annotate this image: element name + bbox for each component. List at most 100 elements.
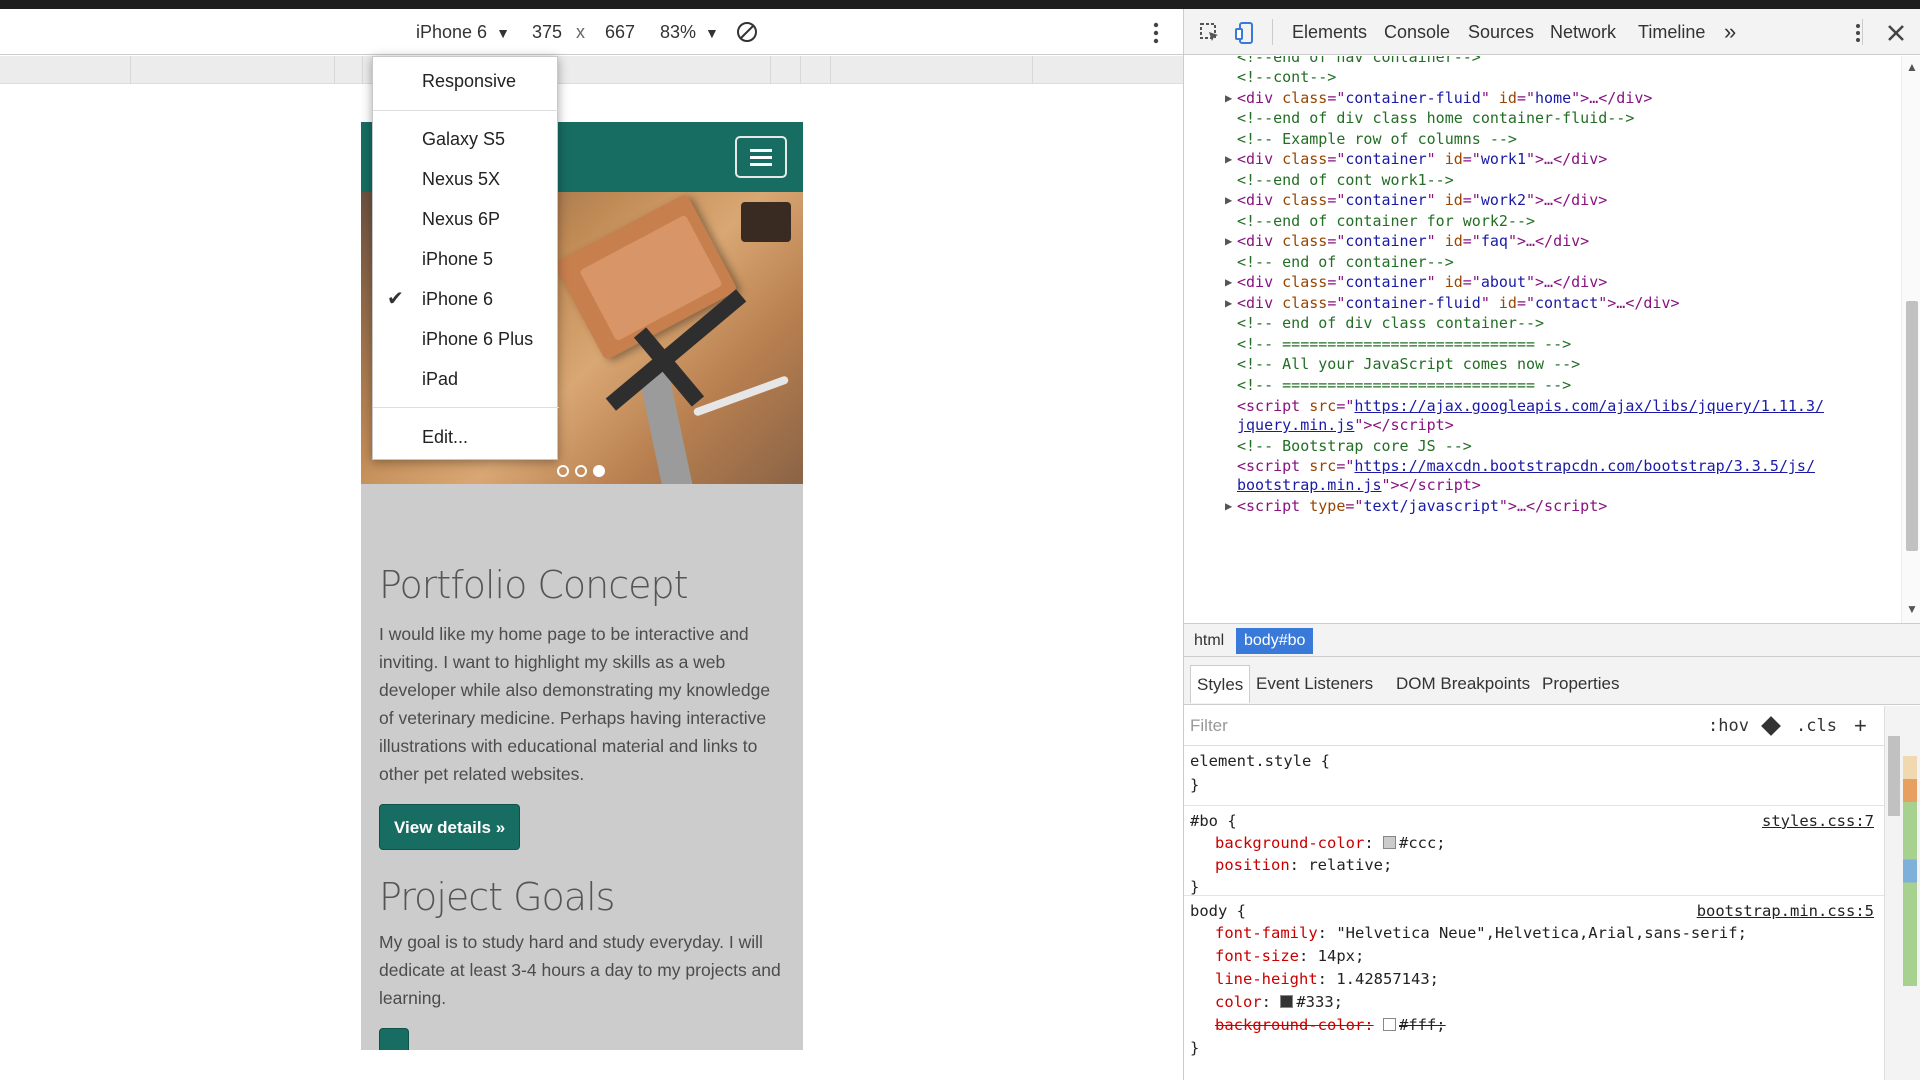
- dom-comment[interactable]: <!--end of cont work1-->: [1237, 169, 1454, 191]
- style-property-overridden[interactable]: background-color: #fff;: [1215, 1016, 1446, 1034]
- dom-node-work2[interactable]: ▶ <div class="container" id="work2">…</di…: [1225, 189, 1607, 211]
- dom-comment[interactable]: <!--end of container for work2-->: [1237, 210, 1535, 232]
- breadcrumb-body[interactable]: body#bo: [1236, 628, 1314, 654]
- tab-network[interactable]: Network: [1550, 9, 1616, 55]
- styles-filter-input[interactable]: Filter: [1190, 706, 1228, 746]
- expand-triangle-icon[interactable]: ▶: [1225, 495, 1232, 517]
- tab-timeline[interactable]: Timeline: [1638, 9, 1705, 55]
- devtools-toolbar: Elements Console Sources Network Timelin…: [1184, 9, 1920, 55]
- more-tabs-icon[interactable]: »: [1724, 9, 1736, 55]
- device-option-galaxy-s5[interactable]: Galaxy S5: [373, 119, 559, 159]
- page-content: Portfolio Concept I would like my home p…: [379, 562, 789, 1050]
- color-swatch-icon[interactable]: [1382, 1018, 1396, 1031]
- breadcrumb-html[interactable]: html: [1186, 628, 1232, 654]
- window-top-strip: [0, 0, 1920, 9]
- style-property[interactable]: position: relative;: [1215, 856, 1392, 874]
- device-select[interactable]: iPhone 6 ▼: [416, 9, 510, 55]
- rule-selector[interactable]: body {: [1190, 902, 1246, 920]
- section-title-portfolio: Portfolio Concept: [379, 563, 689, 607]
- device-mode-icon[interactable]: [1234, 21, 1258, 45]
- script-link-jquery[interactable]: https://ajax.googleapis.com/ajax/libs/jq…: [1354, 397, 1824, 415]
- class-toggle[interactable]: .cls: [1796, 706, 1837, 746]
- dom-comment[interactable]: <!-- end of div class container-->: [1237, 312, 1544, 334]
- dom-node-work1[interactable]: ▶ <div class="container" id="work1">…</di…: [1225, 148, 1607, 170]
- dom-node-script-jquery-cont[interactable]: jquery.min.js"></script>: [1237, 414, 1454, 436]
- inspect-element-icon[interactable]: [1198, 21, 1222, 45]
- expand-triangle-icon[interactable]: ▶: [1225, 230, 1232, 252]
- dom-comment[interactable]: <!-- ============================ -->: [1237, 374, 1571, 396]
- tab-elements[interactable]: Elements: [1292, 9, 1367, 55]
- dom-comment[interactable]: <!-- end of container-->: [1237, 251, 1454, 273]
- device-option-iphone-5[interactable]: iPhone 5: [373, 239, 559, 279]
- close-icon[interactable]: [1884, 21, 1908, 45]
- color-swatch-icon[interactable]: [1280, 995, 1294, 1008]
- device-option-responsive[interactable]: Responsive: [373, 61, 559, 101]
- more-vert-icon[interactable]: [1846, 21, 1870, 45]
- tab-sources[interactable]: Sources: [1468, 9, 1534, 55]
- rule-selector[interactable]: element.style {: [1190, 752, 1330, 770]
- elements-scrollbar[interactable]: ▲ ▼: [1901, 56, 1920, 623]
- tab-console[interactable]: Console: [1384, 9, 1450, 55]
- chevron-down-icon: ▼: [496, 25, 510, 41]
- dom-comment[interactable]: <!-- All your JavaScript comes now -->: [1237, 353, 1580, 375]
- expand-triangle-icon[interactable]: ▶: [1225, 189, 1232, 211]
- dom-node-home[interactable]: ▶ <div class="container-fluid" id="home">…: [1225, 87, 1652, 109]
- tab-properties[interactable]: Properties: [1536, 665, 1625, 703]
- viewport-height-input[interactable]: 667: [605, 9, 635, 55]
- device-option-nexus-5x[interactable]: Nexus 5X: [373, 159, 559, 199]
- view-details-button[interactable]: View details »: [379, 804, 521, 850]
- style-property[interactable]: font-family: "Helvetica Neue",Helvetica,…: [1215, 924, 1747, 942]
- hover-state-toggle[interactable]: :hov: [1708, 706, 1749, 746]
- script-link-bootstrap[interactable]: https://maxcdn.bootstrapcdn.com/bootstra…: [1354, 457, 1815, 475]
- dom-comment[interactable]: <!--cont-->: [1237, 66, 1336, 88]
- device-option-iphone-6[interactable]: ✔ iPhone 6: [373, 279, 559, 319]
- checkmark-icon: ✔: [387, 288, 404, 310]
- style-property[interactable]: line-height: 1.42857143;: [1215, 970, 1439, 988]
- breadcrumb: html body#bo: [1184, 623, 1920, 657]
- dom-comment[interactable]: <!-- Bootstrap core JS -->: [1237, 435, 1472, 457]
- tab-dom-breakpoints[interactable]: DOM Breakpoints: [1390, 665, 1536, 703]
- style-property[interactable]: font-size: 14px;: [1215, 947, 1364, 965]
- dom-node-script-bootstrap-cont[interactable]: bootstrap.min.js"></script>: [1237, 474, 1481, 496]
- style-property[interactable]: background-color: #ccc;: [1215, 834, 1446, 852]
- rotate-icon[interactable]: [736, 21, 758, 43]
- rule-selector[interactable]: #bo {: [1190, 812, 1237, 830]
- scroll-down-icon[interactable]: ▼: [1906, 602, 1918, 616]
- carousel-dot-active[interactable]: [593, 465, 605, 477]
- color-swatch-icon[interactable]: [1382, 836, 1396, 849]
- expand-triangle-icon[interactable]: ▶: [1225, 271, 1232, 293]
- rule-source-link[interactable]: styles.css:7: [1762, 812, 1874, 830]
- color-format-icon[interactable]: [1761, 716, 1781, 736]
- device-option-nexus-6p[interactable]: Nexus 6P: [373, 199, 559, 239]
- expand-triangle-icon[interactable]: ▶: [1225, 292, 1232, 314]
- rule-source-link[interactable]: bootstrap.min.css:5: [1697, 902, 1874, 920]
- device-option-ipad[interactable]: iPad: [373, 359, 559, 399]
- dom-node-faq[interactable]: ▶ <div class="container" id="faq">…</div>: [1225, 230, 1589, 252]
- dom-comment[interactable]: <!-- Example row of columns -->: [1237, 128, 1517, 150]
- tab-event-listeners[interactable]: Event Listeners: [1250, 665, 1379, 703]
- dom-node-script-inline[interactable]: ▶ <script type="text/javascript">…</scrip…: [1225, 495, 1607, 517]
- view-details-button-2[interactable]: [379, 1028, 409, 1050]
- device-option-edit[interactable]: Edit...: [373, 417, 559, 457]
- dom-comment[interactable]: <!-- ============================ -->: [1237, 333, 1571, 355]
- new-style-rule-icon[interactable]: +: [1854, 706, 1867, 746]
- device-option-iphone-6-plus[interactable]: iPhone 6 Plus: [373, 319, 559, 359]
- zoom-select[interactable]: 83% ▼: [660, 9, 719, 55]
- carousel-dot[interactable]: [575, 465, 587, 477]
- viewport-width-input[interactable]: 375: [532, 9, 562, 55]
- carousel-indicators: [557, 464, 611, 478]
- expand-triangle-icon[interactable]: ▶: [1225, 148, 1232, 170]
- styles-scrollbar[interactable]: [1884, 706, 1920, 1080]
- dom-node-contact[interactable]: ▶ <div class="container-fluid" id="contac…: [1225, 292, 1680, 314]
- dom-node-about[interactable]: ▶ <div class="container" id="about">…</di…: [1225, 271, 1607, 293]
- tab-styles[interactable]: Styles: [1190, 665, 1251, 703]
- carousel-dot[interactable]: [557, 465, 569, 477]
- hamburger-menu-icon[interactable]: [735, 136, 787, 178]
- style-property[interactable]: color: #333;: [1215, 993, 1343, 1011]
- expand-triangle-icon[interactable]: ▶: [1225, 87, 1232, 109]
- more-vert-icon[interactable]: [1146, 21, 1166, 45]
- rule-element-style: element.style { }: [1184, 746, 1884, 806]
- media-query-ruler[interactable]: [0, 56, 1184, 84]
- scroll-up-icon[interactable]: ▲: [1906, 60, 1918, 74]
- dom-comment[interactable]: <!--end of div class home container-flui…: [1237, 107, 1634, 129]
